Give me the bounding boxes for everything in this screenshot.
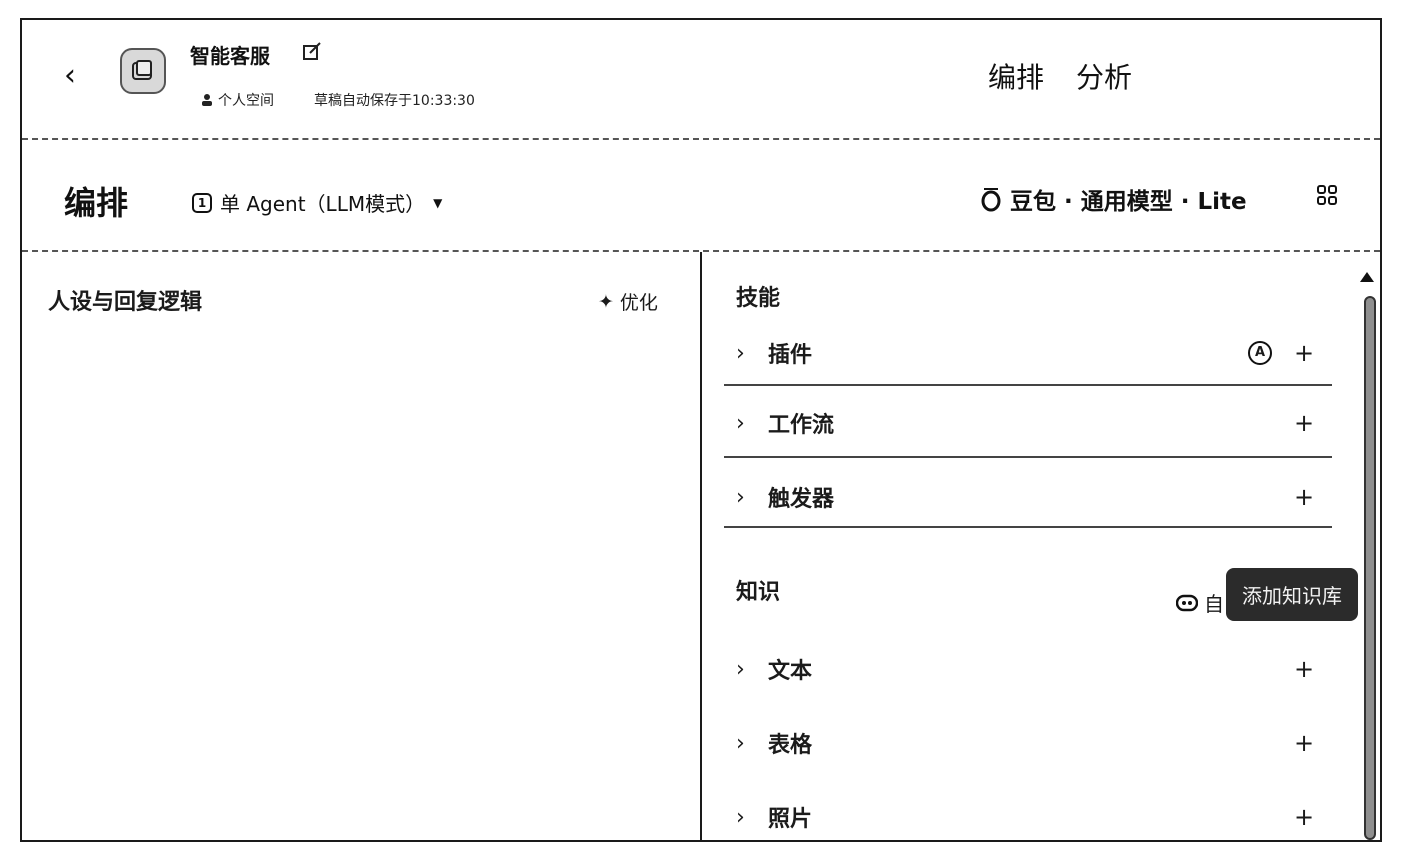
knowledge-label: 文本 (768, 659, 813, 684)
knowledge-label: 照片 (768, 807, 813, 832)
skill-label: 插件 (768, 343, 813, 368)
arrange-toolbar: 编排 1 单 Agent（LLM模式） ▼ 豆包 · 通用模型 · Lite (22, 140, 1380, 250)
chevron-right-icon: › (736, 656, 745, 682)
space-label: 个人空间 (218, 93, 274, 109)
grid-icon[interactable] (1316, 184, 1338, 206)
knowledge-title: 知识 (736, 580, 781, 605)
skill-row-workflow[interactable]: › 工作流 + (736, 398, 1316, 448)
knowledge-row-table[interactable]: › 表格 + (736, 718, 1316, 768)
row-divider (724, 456, 1332, 458)
optimize-label: 优化 (619, 292, 658, 314)
chevron-right-icon: › (736, 410, 745, 436)
top-header: ‹ 智能客服 个人空间 草稿自动保存于10:33:30 编排 分析 (22, 20, 1380, 138)
persona-title: 人设与回复逻辑 (48, 290, 203, 315)
skills-knowledge-panel: 技能 › 插件 A + › 工作流 + › 触发器 + 知识 自 添加知识库 ›… (702, 252, 1380, 840)
add-workflow-button[interactable]: + (1292, 409, 1316, 437)
add-trigger-button[interactable]: + (1292, 483, 1316, 511)
tab-analysis[interactable]: 分析 (1076, 56, 1132, 96)
scroll-up-arrow-icon[interactable] (1360, 272, 1374, 282)
autosave-status: 草稿自动保存于10:33:30 (314, 93, 475, 109)
auto-call-label: 自 (1204, 592, 1224, 616)
add-knowledge-tooltip: 添加知识库 (1226, 568, 1358, 621)
add-plugin-button[interactable]: + (1292, 339, 1316, 367)
tab-arrange[interactable]: 编排 (988, 56, 1044, 96)
add-photo-knowledge-button[interactable]: + (1292, 803, 1316, 831)
top-tabs: 编排 分析 (988, 56, 1132, 96)
chevron-right-icon: › (736, 804, 745, 830)
agent-mode-select[interactable]: 1 单 Agent（LLM模式） ▼ (192, 188, 442, 217)
app-window: ‹ 智能客服 个人空间 草稿自动保存于10:33:30 编排 分析 编排 1 单… (20, 18, 1382, 842)
model-select[interactable]: 豆包 · 通用模型 · Lite (980, 182, 1247, 216)
agent-mode-label: 单 Agent（LLM模式） (220, 192, 426, 216)
auto-a-icon[interactable]: A (1248, 341, 1272, 365)
sparkle-icon: ✦ (598, 290, 614, 313)
optimize-button[interactable]: ✦ 优化 (598, 288, 658, 315)
row-divider (724, 526, 1332, 528)
skills-title: 技能 (736, 286, 781, 311)
model-name: 豆包 · 通用模型 · Lite (1010, 189, 1247, 215)
toggle-icon (1176, 594, 1198, 611)
auto-call-toggle[interactable]: 自 (1176, 588, 1224, 617)
skill-label: 触发器 (768, 487, 835, 512)
skill-row-trigger[interactable]: › 触发器 + (736, 472, 1316, 522)
knowledge-row-photo[interactable]: › 照片 + (736, 792, 1316, 840)
add-text-knowledge-button[interactable]: + (1292, 655, 1316, 683)
chevron-right-icon: › (736, 484, 745, 510)
chevron-right-icon: › (736, 340, 745, 366)
user-icon (202, 94, 212, 106)
add-table-knowledge-button[interactable]: + (1292, 729, 1316, 757)
section-title: 编排 (64, 184, 129, 222)
skill-row-plugin[interactable]: › 插件 A + (736, 328, 1316, 378)
back-button[interactable]: ‹ (52, 56, 88, 96)
knowledge-row-text[interactable]: › 文本 + (736, 644, 1316, 694)
app-avatar-icon (132, 60, 152, 80)
skill-label: 工作流 (768, 413, 835, 438)
agent-mode-icon: 1 (192, 192, 212, 213)
model-logo-icon (981, 188, 1001, 212)
knowledge-label: 表格 (768, 733, 813, 758)
dropdown-caret-icon: ▼ (433, 195, 443, 210)
chevron-right-icon: › (736, 730, 745, 756)
app-title: 智能客服 (190, 44, 270, 68)
space-indicator: 个人空间 (200, 90, 274, 110)
persona-panel: 人设与回复逻辑 ✦ 优化 (22, 252, 702, 840)
scrollbar-thumb[interactable] (1364, 296, 1376, 840)
edit-icon[interactable] (302, 42, 322, 62)
row-divider (724, 384, 1332, 386)
app-avatar (120, 48, 166, 94)
